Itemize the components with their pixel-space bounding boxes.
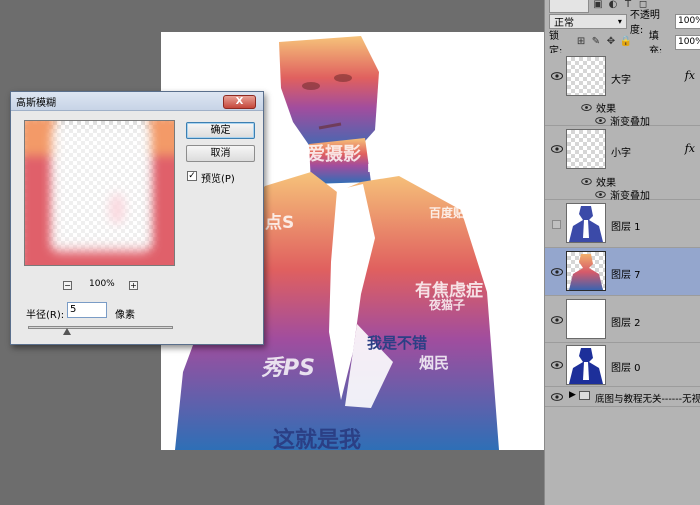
eye-icon[interactable]	[581, 104, 592, 111]
layer-row-small-text[interactable]: 小字 fx 效果 渐变叠加	[545, 126, 700, 202]
chevron-down-icon: ▾	[617, 16, 622, 26]
canvas-text: D3100	[367, 162, 407, 175]
layer-thumbnail	[566, 56, 606, 96]
slider-thumb[interactable]	[63, 328, 71, 335]
canvas-text: Photoshop	[161, 335, 170, 402]
adjust-filter-icon[interactable]: ◐	[607, 0, 619, 11]
zoom-in-button[interactable]: +	[129, 281, 138, 290]
eye-icon[interactable]	[550, 313, 564, 327]
eye-icon[interactable]	[595, 117, 606, 124]
lock-all-icon[interactable]: 🔒	[620, 36, 632, 48]
radius-slider[interactable]	[28, 326, 173, 329]
eye-icon[interactable]	[550, 69, 564, 83]
layer-name: 图层 1	[611, 222, 641, 233]
dialog-title: 高斯模糊	[16, 97, 56, 109]
gaussian-blur-dialog: 高斯模糊 X 确定 取消 ✓ 预览(P) − 100% + 半径(R): 5 像…	[10, 91, 264, 345]
fx-icon[interactable]: fx	[685, 69, 695, 82]
opacity-input[interactable]: 100%	[675, 13, 700, 29]
eye-icon[interactable]	[550, 265, 564, 279]
zoom-out-button[interactable]: −	[63, 281, 72, 290]
layer-thumbnail	[566, 251, 606, 291]
layer-thumbnail	[566, 345, 606, 385]
layer-row-layer-2[interactable]: 图层 2	[545, 296, 700, 343]
radius-label: 半径(R):	[26, 310, 65, 321]
ok-button[interactable]: 确定	[186, 122, 255, 139]
visibility-toggle[interactable]	[552, 220, 561, 229]
preview-image	[25, 121, 174, 265]
close-button[interactable]: X	[223, 95, 256, 109]
layer-group-name: 底图与教程无关------无视	[595, 394, 700, 405]
layer-name: 图层 0	[611, 363, 641, 374]
layer-row-big-text[interactable]: 大字 fx 效果 渐变叠加	[545, 53, 700, 128]
layer-row-layer-0[interactable]: 图层 0	[545, 343, 700, 387]
preview-checkbox-label: 预览(P)	[201, 174, 235, 185]
canvas-text: 秀PS	[261, 356, 315, 381]
lock-transparent-icon[interactable]: ⊞	[575, 36, 587, 48]
eye-icon[interactable]	[595, 191, 606, 198]
zoom-level: 100%	[89, 279, 115, 289]
lock-move-icon[interactable]: ✥	[605, 36, 617, 48]
eye-icon[interactable]	[550, 142, 564, 156]
canvas-text: 这就是我	[273, 428, 362, 450]
canvas-text: 爱摄影	[307, 144, 361, 165]
preview-checkbox[interactable]: ✓	[187, 171, 197, 181]
image-filter-icon[interactable]: ▣	[592, 0, 604, 11]
canvas-text: 烟民	[419, 354, 450, 372]
cancel-button[interactable]: 取消	[186, 145, 255, 162]
blur-preview[interactable]	[24, 120, 175, 266]
layer-thumbnail	[566, 299, 606, 339]
lock-brush-icon[interactable]: ✎	[590, 36, 602, 48]
layer-name: 小字	[611, 148, 631, 159]
layer-name: 大字	[611, 75, 631, 86]
fill-input[interactable]: 100%	[674, 34, 700, 50]
layers-panel: ▣ ◐ T ◻ 正常 ▾ 不透明度: 100% 锁定: ⊞ ✎ ✥ 🔒 填充: …	[544, 0, 700, 505]
canvas-text: 我是不错	[367, 334, 428, 352]
layer-name: 图层 7	[611, 270, 641, 281]
layer-row-layer-7[interactable]: 图层 7	[545, 248, 700, 296]
layer-row-layer-1[interactable]: 图层 1	[545, 200, 700, 248]
layer-thumbnail	[566, 203, 606, 243]
layer-group-row[interactable]: ▶ 底图与教程无关------无视	[545, 387, 700, 407]
eye-icon[interactable]	[550, 358, 564, 372]
layer-thumbnail	[566, 129, 606, 169]
fx-icon[interactable]: fx	[685, 142, 695, 155]
layer-name: 图层 2	[611, 318, 641, 329]
filter-kind-select[interactable]	[549, 0, 589, 13]
canvas-text: 百度贴吧	[429, 206, 478, 220]
folder-icon	[579, 391, 590, 400]
eye-icon[interactable]	[581, 178, 592, 185]
radius-input[interactable]: 5	[67, 302, 107, 318]
chevron-right-icon[interactable]: ▶	[569, 390, 576, 400]
radius-unit: 像素	[115, 310, 135, 321]
canvas-text: 点S	[265, 213, 295, 233]
eye-icon[interactable]	[550, 390, 564, 404]
lock-row: 锁定: ⊞ ✎ ✥ 🔒 填充: 100%	[545, 31, 700, 57]
canvas-text: 夜猫子	[429, 298, 466, 312]
